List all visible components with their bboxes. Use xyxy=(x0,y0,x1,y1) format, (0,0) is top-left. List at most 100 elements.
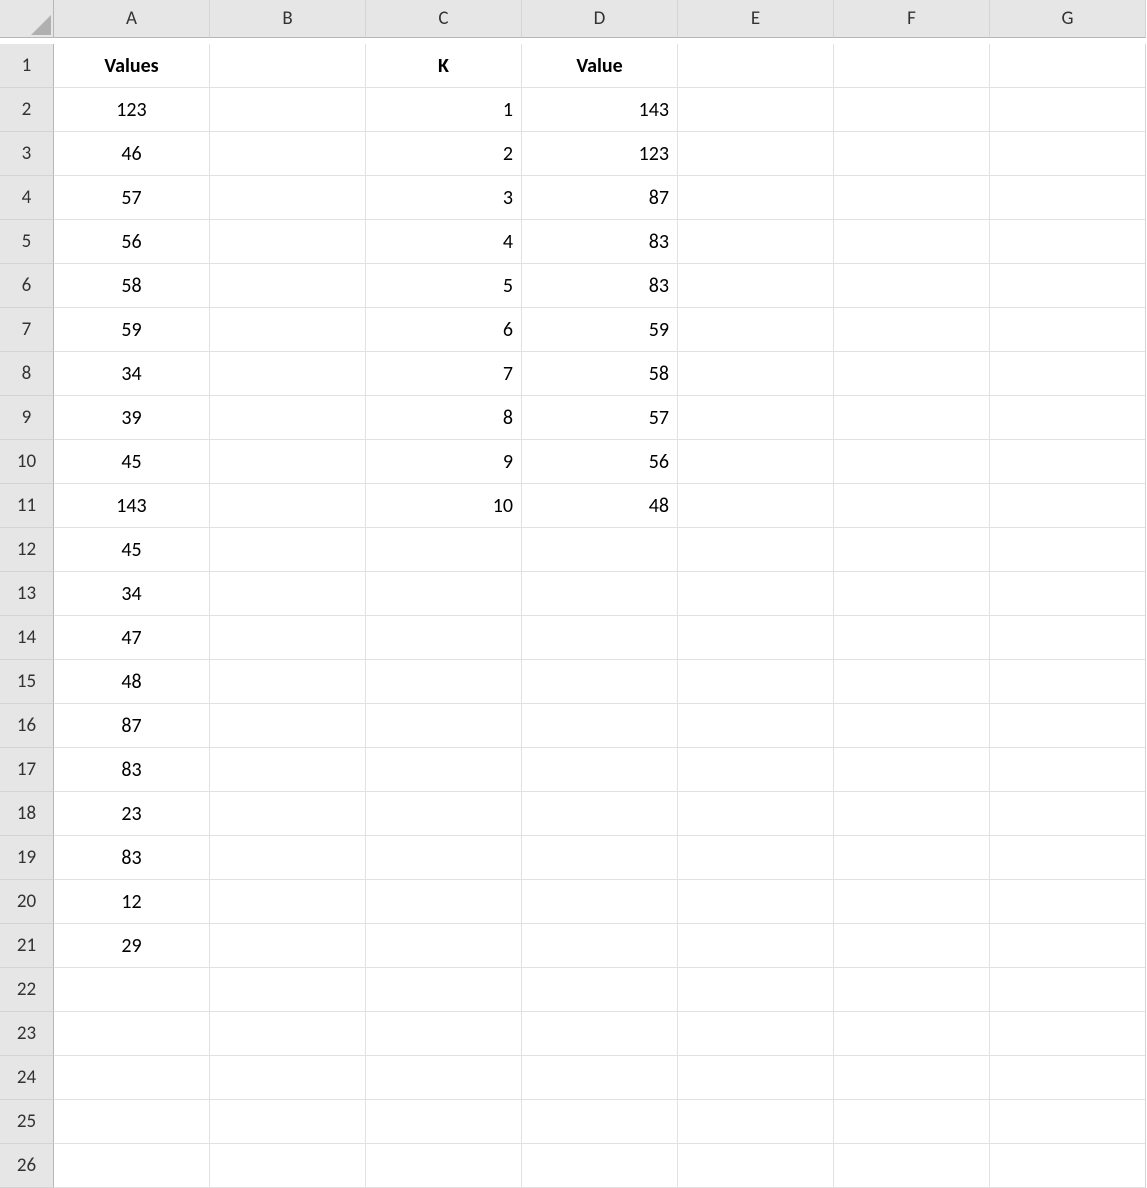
cell-F19[interactable] xyxy=(834,836,990,880)
cell-A21[interactable]: 29 xyxy=(54,924,210,968)
row-header-9[interactable]: 9 xyxy=(0,396,54,440)
cell-F4[interactable] xyxy=(834,176,990,220)
cell-C4[interactable]: 3 xyxy=(366,176,522,220)
row-header-1[interactable]: 1 xyxy=(0,44,54,88)
cell-C15[interactable] xyxy=(366,660,522,704)
cell-A15[interactable]: 48 xyxy=(54,660,210,704)
cell-E10[interactable] xyxy=(678,440,834,484)
cell-F17[interactable] xyxy=(834,748,990,792)
cell-F13[interactable] xyxy=(834,572,990,616)
cell-B6[interactable] xyxy=(210,264,366,308)
cell-C6[interactable]: 5 xyxy=(366,264,522,308)
cell-C19[interactable] xyxy=(366,836,522,880)
row-header-4[interactable]: 4 xyxy=(0,176,54,220)
cell-C13[interactable] xyxy=(366,572,522,616)
row-header-26[interactable]: 26 xyxy=(0,1144,54,1188)
row-header-24[interactable]: 24 xyxy=(0,1056,54,1100)
cell-C18[interactable] xyxy=(366,792,522,836)
cell-G19[interactable] xyxy=(990,836,1146,880)
cell-A6[interactable]: 58 xyxy=(54,264,210,308)
cell-D19[interactable] xyxy=(522,836,678,880)
cell-E14[interactable] xyxy=(678,616,834,660)
cell-B22[interactable] xyxy=(210,968,366,1012)
cell-C5[interactable]: 4 xyxy=(366,220,522,264)
cell-F16[interactable] xyxy=(834,704,990,748)
cell-A24[interactable] xyxy=(54,1056,210,1100)
cell-F21[interactable] xyxy=(834,924,990,968)
cell-F22[interactable] xyxy=(834,968,990,1012)
cell-E18[interactable] xyxy=(678,792,834,836)
cell-D21[interactable] xyxy=(522,924,678,968)
cell-E21[interactable] xyxy=(678,924,834,968)
row-header-2[interactable]: 2 xyxy=(0,88,54,132)
row-header-18[interactable]: 18 xyxy=(0,792,54,836)
cell-B18[interactable] xyxy=(210,792,366,836)
cell-B23[interactable] xyxy=(210,1012,366,1056)
cell-E24[interactable] xyxy=(678,1056,834,1100)
cell-C12[interactable] xyxy=(366,528,522,572)
cell-G10[interactable] xyxy=(990,440,1146,484)
cell-E9[interactable] xyxy=(678,396,834,440)
cell-C8[interactable]: 7 xyxy=(366,352,522,396)
row-header-21[interactable]: 21 xyxy=(0,924,54,968)
cell-A17[interactable]: 83 xyxy=(54,748,210,792)
row-header-13[interactable]: 13 xyxy=(0,572,54,616)
cell-C25[interactable] xyxy=(366,1100,522,1144)
cell-D11[interactable]: 48 xyxy=(522,484,678,528)
cell-D15[interactable] xyxy=(522,660,678,704)
cell-D20[interactable] xyxy=(522,880,678,924)
cell-G13[interactable] xyxy=(990,572,1146,616)
cell-G23[interactable] xyxy=(990,1012,1146,1056)
cell-E26[interactable] xyxy=(678,1144,834,1188)
cell-E8[interactable] xyxy=(678,352,834,396)
cell-C20[interactable] xyxy=(366,880,522,924)
cell-D22[interactable] xyxy=(522,968,678,1012)
cell-C2[interactable]: 1 xyxy=(366,88,522,132)
cell-B14[interactable] xyxy=(210,616,366,660)
row-header-20[interactable]: 20 xyxy=(0,880,54,924)
cell-A26[interactable] xyxy=(54,1144,210,1188)
cell-D26[interactable] xyxy=(522,1144,678,1188)
cell-B9[interactable] xyxy=(210,396,366,440)
col-header-C[interactable]: C xyxy=(366,0,522,38)
cell-G14[interactable] xyxy=(990,616,1146,660)
cell-D23[interactable] xyxy=(522,1012,678,1056)
row-header-17[interactable]: 17 xyxy=(0,748,54,792)
cell-D24[interactable] xyxy=(522,1056,678,1100)
cell-F10[interactable] xyxy=(834,440,990,484)
cell-B17[interactable] xyxy=(210,748,366,792)
cell-F8[interactable] xyxy=(834,352,990,396)
cell-F3[interactable] xyxy=(834,132,990,176)
cell-D6[interactable]: 83 xyxy=(522,264,678,308)
cell-B3[interactable] xyxy=(210,132,366,176)
cell-A5[interactable]: 56 xyxy=(54,220,210,264)
cell-F25[interactable] xyxy=(834,1100,990,1144)
cell-B10[interactable] xyxy=(210,440,366,484)
cell-D7[interactable]: 59 xyxy=(522,308,678,352)
cell-G8[interactable] xyxy=(990,352,1146,396)
cell-F20[interactable] xyxy=(834,880,990,924)
cell-B13[interactable] xyxy=(210,572,366,616)
cell-G22[interactable] xyxy=(990,968,1146,1012)
cell-C23[interactable] xyxy=(366,1012,522,1056)
cell-G9[interactable] xyxy=(990,396,1146,440)
cell-F23[interactable] xyxy=(834,1012,990,1056)
cell-D5[interactable]: 83 xyxy=(522,220,678,264)
cell-G7[interactable] xyxy=(990,308,1146,352)
cell-E12[interactable] xyxy=(678,528,834,572)
cell-D25[interactable] xyxy=(522,1100,678,1144)
cell-E5[interactable] xyxy=(678,220,834,264)
cell-G2[interactable] xyxy=(990,88,1146,132)
cell-F5[interactable] xyxy=(834,220,990,264)
row-header-14[interactable]: 14 xyxy=(0,616,54,660)
row-header-7[interactable]: 7 xyxy=(0,308,54,352)
row-header-5[interactable]: 5 xyxy=(0,220,54,264)
row-header-12[interactable]: 12 xyxy=(0,528,54,572)
row-header-3[interactable]: 3 xyxy=(0,132,54,176)
row-header-16[interactable]: 16 xyxy=(0,704,54,748)
cell-C21[interactable] xyxy=(366,924,522,968)
cell-D18[interactable] xyxy=(522,792,678,836)
cell-C22[interactable] xyxy=(366,968,522,1012)
cell-F6[interactable] xyxy=(834,264,990,308)
cell-C17[interactable] xyxy=(366,748,522,792)
